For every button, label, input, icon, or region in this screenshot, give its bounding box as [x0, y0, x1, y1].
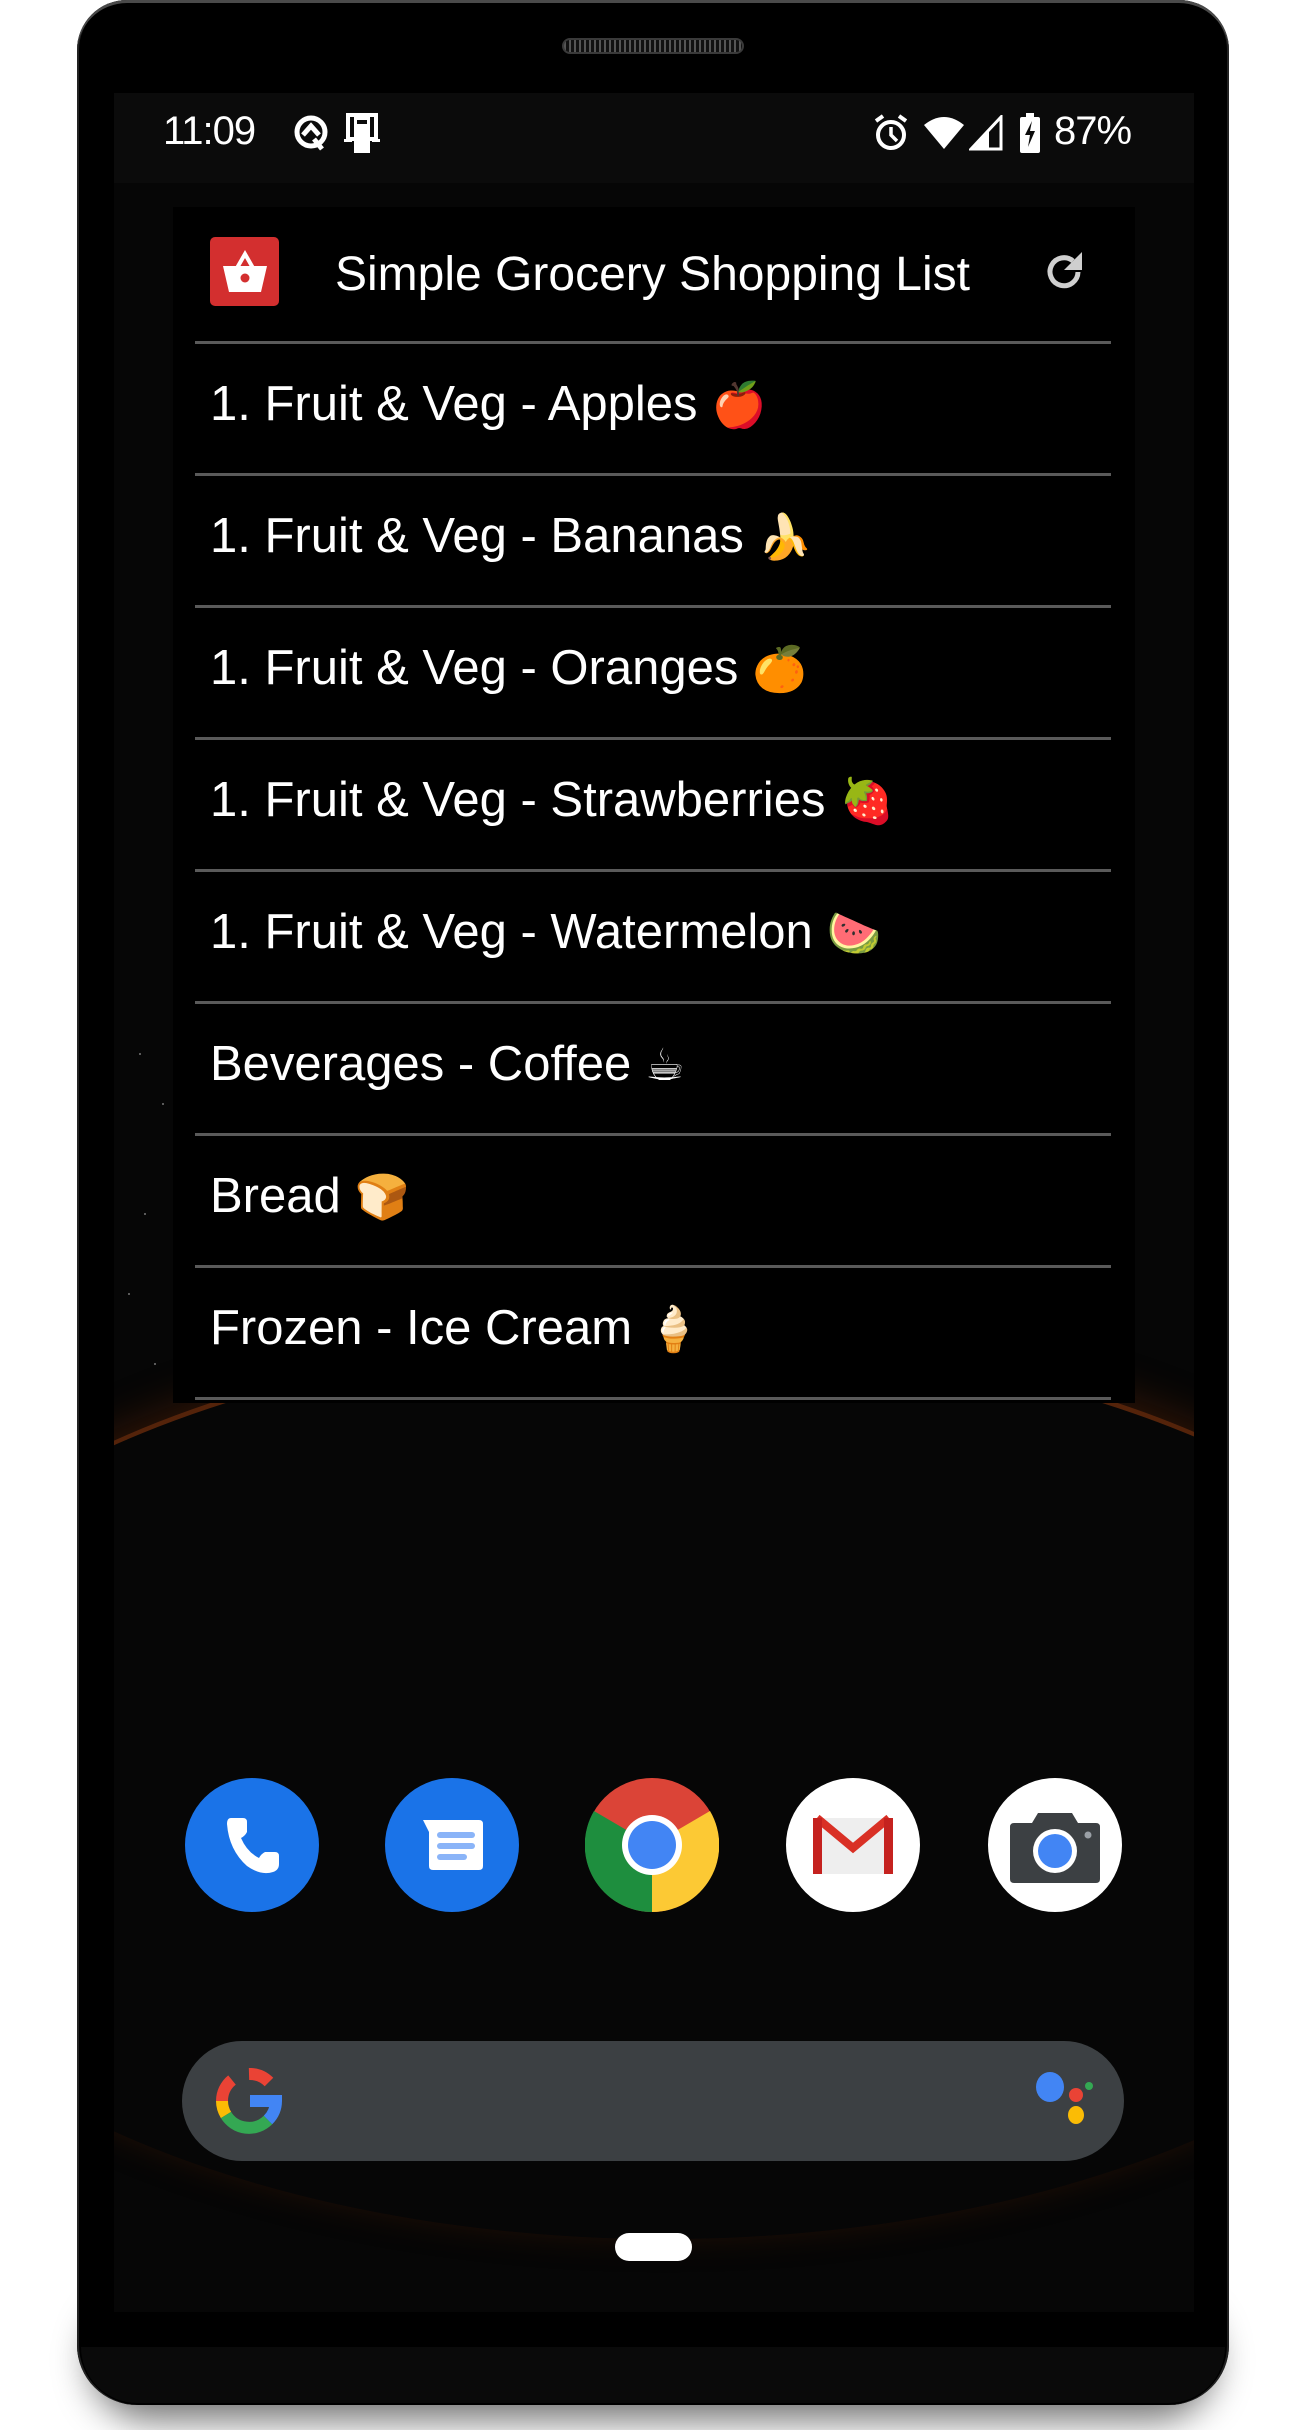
item-label: Beverages - Coffee — [210, 1037, 632, 1091]
dock-messages-app[interactable] — [385, 1778, 519, 1912]
device-mirror-icon — [342, 113, 382, 160]
list-item[interactable]: 1. Fruit & Veg - Oranges 🍊 — [195, 608, 1111, 737]
item-label: 1. Fruit & Veg - Apples — [210, 377, 698, 431]
google-g-icon — [216, 2068, 282, 2134]
refresh-button[interactable] — [1042, 250, 1086, 294]
apple-icon: 🍎 — [711, 381, 767, 430]
android-q-icon — [292, 113, 330, 158]
divider — [195, 1397, 1111, 1400]
list-item[interactable]: 1. Fruit & Veg - Watermelon 🍉 — [195, 872, 1111, 1001]
dock-camera-app[interactable] — [988, 1778, 1122, 1912]
list-item[interactable]: Bread 🍞 — [195, 1136, 1111, 1265]
widget-title: Simple Grocery Shopping List — [335, 248, 970, 301]
wallpaper-star — [162, 1103, 164, 1105]
list-item[interactable]: Frozen - Ice Cream 🍦 — [195, 1268, 1111, 1397]
strawberry-icon: 🍓 — [839, 777, 895, 826]
list-item[interactable]: Beverages - Coffee ☕ — [195, 1004, 1111, 1133]
wallpaper-star — [154, 1363, 156, 1365]
banana-icon: 🍌 — [757, 513, 813, 562]
item-label: 1. Fruit & Veg - Oranges — [210, 641, 739, 695]
wallpaper-star — [144, 1213, 146, 1215]
status-bar: 11:09 87% — [114, 93, 1194, 183]
shopping-basket-icon — [222, 249, 267, 292]
orange-icon: 🍊 — [752, 645, 808, 694]
watermelon-icon: 🍉 — [826, 909, 882, 958]
item-label: Bread — [210, 1169, 341, 1223]
status-time: 11:09 — [163, 109, 256, 153]
google-search-bar[interactable] — [182, 2041, 1124, 2161]
widget-header: Simple Grocery Shopping List — [173, 207, 1135, 343]
gmail-icon — [813, 1814, 893, 1874]
battery-charging-icon — [1020, 113, 1040, 158]
wallpaper-star — [139, 1053, 141, 1055]
messages-icon — [423, 1820, 483, 1870]
app-icon[interactable] — [210, 237, 279, 306]
phone-icon — [227, 1818, 279, 1874]
alarm-icon — [873, 113, 909, 158]
cell-signal-icon — [967, 113, 1003, 156]
home-pill[interactable] — [615, 2233, 692, 2261]
phone-chin — [81, 2347, 1225, 2403]
dock-phone-app[interactable] — [185, 1778, 319, 1912]
home-screen: 11:09 87% Simple Grocery Shopping List 1… — [114, 93, 1194, 2312]
refresh-icon — [1047, 252, 1082, 289]
dock-chrome-app[interactable] — [585, 1778, 719, 1912]
battery-percent: 87% — [1054, 109, 1132, 153]
ice-cream-icon: 🍦 — [646, 1305, 701, 1354]
list-item[interactable]: 1. Fruit & Veg - Bananas 🍌 — [195, 476, 1111, 605]
dock-gmail-app[interactable] — [786, 1778, 920, 1912]
camera-icon — [1010, 1813, 1100, 1883]
item-label: 1. Fruit & Veg - Bananas — [210, 509, 744, 563]
list-item[interactable]: 1. Fruit & Veg - Strawberries 🍓 — [195, 740, 1111, 869]
grocery-list-widget: Simple Grocery Shopping List 1. Fruit & … — [173, 207, 1135, 1403]
earpiece-speaker — [562, 38, 744, 54]
chrome-icon — [585, 1778, 719, 1912]
item-label: 1. Fruit & Veg - Watermelon — [210, 905, 813, 959]
wallpaper-star — [128, 1293, 130, 1295]
google-assistant-icon[interactable] — [1036, 2071, 1096, 2131]
wifi-icon — [922, 115, 966, 156]
item-label: Frozen - Ice Cream — [210, 1301, 633, 1355]
list-item[interactable]: 1. Fruit & Veg - Apples 🍎 — [195, 344, 1111, 473]
coffee-icon: ☕ — [645, 1041, 685, 1090]
item-label: 1. Fruit & Veg - Strawberries — [210, 773, 826, 827]
bread-icon: 🍞 — [354, 1173, 410, 1222]
